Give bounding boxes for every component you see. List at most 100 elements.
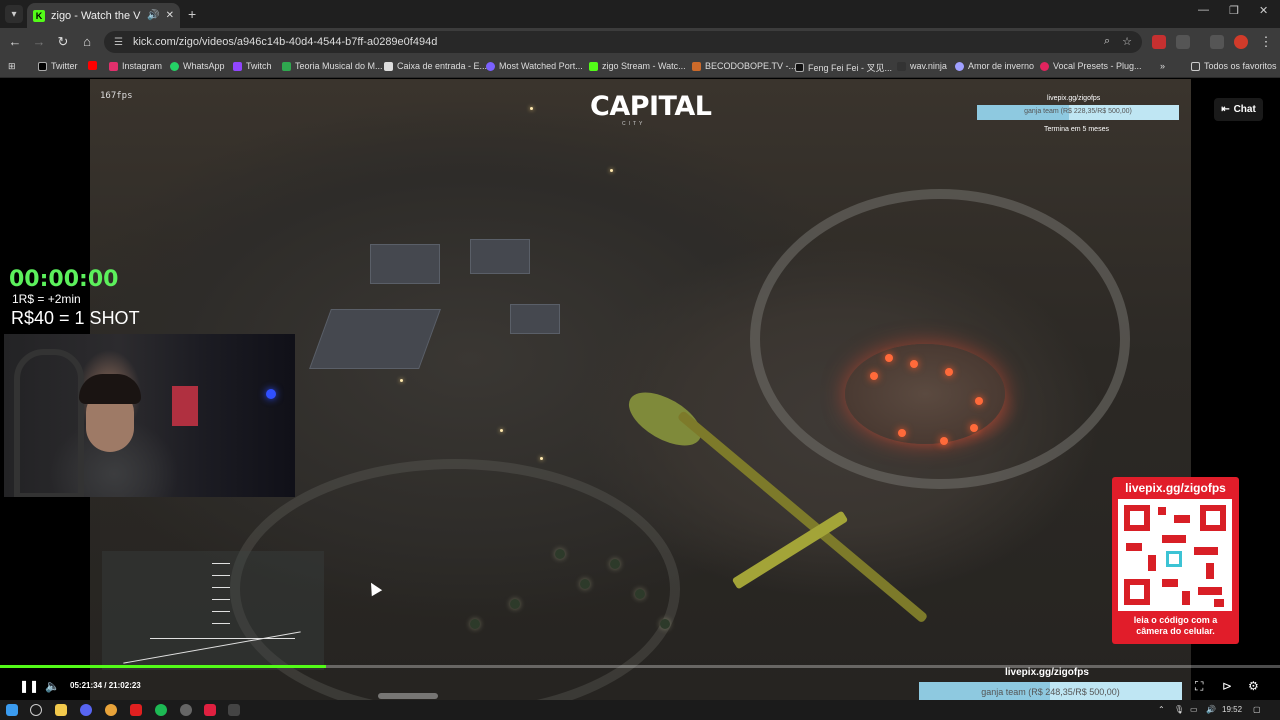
qr-instructions: leia o código com a câmera do celular. — [1112, 615, 1239, 637]
window-close-icon[interactable]: ✕ — [1259, 4, 1268, 17]
capital-city-logo: CAPITAL — [590, 91, 712, 122]
qr-link: livepix.gg/zigofps — [1125, 481, 1226, 495]
qr-module — [1148, 555, 1156, 571]
address-bar[interactable]: ☰ kick.com/zigo/videos/a946c14b-40d4-454… — [104, 31, 1142, 53]
bookmark-twitch[interactable]: Twitch — [233, 61, 272, 71]
tree — [470, 619, 480, 629]
file-explorer-icon[interactable] — [55, 704, 67, 716]
helipad-light — [870, 372, 878, 380]
bookmark-becodobope[interactable]: BECODOBOPE.TV -... — [692, 61, 796, 71]
hud-horizon — [123, 631, 301, 664]
instagram-icon — [109, 61, 118, 71]
playback-speed-icon[interactable]: ⊳ — [1222, 679, 1232, 693]
browser-tab[interactable]: K zigo - Watch the VOD on K 🔊 ✕ — [27, 3, 180, 28]
bookmark-twitter[interactable]: Twitter — [38, 61, 78, 71]
tree — [510, 599, 520, 609]
building-light — [400, 379, 403, 382]
building-light — [500, 429, 503, 432]
forward-icon[interactable]: → — [31, 34, 47, 49]
bookmark-label: Most Watched Port... — [499, 61, 583, 71]
all-bookmarks-folder[interactable]: Todos os favoritos — [1191, 61, 1277, 71]
app-icon[interactable] — [204, 704, 216, 716]
bookmark-vocal[interactable]: Vocal Presets - Plug... — [1040, 61, 1142, 71]
close-icon[interactable]: ✕ — [166, 10, 174, 21]
bookmark-caixa[interactable]: Caixa de entrada - E... — [384, 61, 487, 71]
mail-icon — [384, 61, 393, 71]
bookmark-instagram[interactable]: Instagram — [109, 61, 162, 71]
fullscreen-icon[interactable]: ⛶ — [1195, 679, 1203, 694]
profile-avatar[interactable] — [1234, 35, 1248, 49]
star-icon[interactable]: ☆ — [1122, 35, 1132, 48]
speaker-tray-icon[interactable]: 🔊 — [1206, 705, 1216, 714]
tree — [660, 619, 670, 629]
shot-rule: R$40 = 1 SHOT — [11, 308, 140, 328]
search-icon[interactable] — [30, 704, 42, 716]
windows-start-icon[interactable] — [6, 704, 18, 716]
youtube-icon — [88, 61, 97, 70]
hud-line — [212, 611, 230, 612]
chat-label: Chat — [1233, 104, 1256, 115]
tray-chevron-icon[interactable]: ⌃ — [1158, 705, 1165, 714]
aircraft-wing — [731, 510, 849, 590]
speaker-icon[interactable]: 🔊 — [147, 10, 159, 21]
streamer-webcam — [4, 334, 295, 497]
tab-title: zigo - Watch the VOD on K — [51, 9, 141, 22]
video-player[interactable]: 167fps CAPITAL CITY livepix.gg/zigofps g… — [0, 79, 1280, 700]
bookmark-label: Caixa de entrada - E... — [397, 61, 488, 71]
tab-search-button[interactable]: ▾ — [5, 5, 23, 23]
reload-icon[interactable]: ↻ — [55, 34, 71, 50]
apps-icon[interactable]: ⊞ — [8, 61, 16, 72]
audio-app-icon[interactable] — [228, 704, 240, 716]
kick-icon: K — [33, 9, 45, 22]
chat-button[interactable]: ⇤ Chat — [1214, 98, 1263, 121]
media-app-icon[interactable] — [130, 704, 142, 716]
new-tab-button[interactable]: + — [188, 6, 196, 22]
helipad-light — [885, 354, 893, 362]
bookmark-teoria[interactable]: Teoria Musical do M... — [282, 61, 383, 71]
minimize-icon[interactable]: — — [1198, 4, 1209, 16]
spotify-icon[interactable] — [155, 704, 167, 716]
current-time: 05:21:34 — [70, 681, 103, 690]
settings-gear-icon[interactable]: ⚙ — [1248, 679, 1259, 693]
back-icon[interactable]: ← — [7, 34, 23, 49]
mic-icon[interactable]: 🎙 — [1174, 705, 1184, 714]
more-bookmarks-icon[interactable]: » — [1160, 61, 1165, 71]
pause-icon[interactable]: ❚❚ — [19, 679, 39, 693]
discord-icon[interactable] — [80, 704, 92, 716]
bookmark-youtube[interactable] — [88, 61, 97, 70]
obs-icon[interactable] — [180, 704, 192, 716]
livepix-qr-card: livepix.gg/zigofps leia o código com a c… — [1112, 477, 1239, 644]
chrome-icon[interactable] — [105, 704, 117, 716]
bookmark-amor[interactable]: Amor de inverno — [955, 61, 1034, 71]
bookmark-feng[interactable]: Feng Fei Fei - 叉见... — [795, 61, 892, 74]
url-text: kick.com/zigo/videos/a946c14b-40d4-4544-… — [132, 36, 438, 48]
extension-icon[interactable] — [1152, 35, 1166, 49]
bookmark-most-watched[interactable]: Most Watched Port... — [486, 61, 583, 71]
clock[interactable]: 19:52 — [1222, 705, 1242, 714]
bookmark-wav[interactable]: wav.ninja — [897, 61, 947, 71]
extensions-puzzle-icon[interactable] — [1176, 35, 1190, 49]
qr-instructions-line2: câmera do celular. — [1136, 626, 1215, 636]
bookmark-whatsapp[interactable]: WhatsApp — [170, 61, 225, 71]
capital-city-logo-sub: CITY — [622, 121, 646, 127]
qr-finder — [1124, 579, 1150, 605]
restore-icon[interactable]: ❐ — [1229, 4, 1239, 17]
scroll-handle[interactable] — [378, 693, 438, 699]
bookmark-label: Twitch — [246, 61, 272, 71]
network-icon[interactable]: ▭ — [1190, 705, 1198, 714]
media-controls-icon[interactable] — [1210, 35, 1224, 49]
notifications-icon[interactable]: ▢ — [1253, 705, 1261, 714]
volume-icon[interactable]: 🔈 — [45, 679, 60, 693]
zoom-icon[interactable]: ⌕ — [1104, 35, 1110, 48]
streamer-hair — [79, 374, 141, 404]
bookmark-zigo[interactable]: zigo Stream - Watc... — [589, 61, 686, 71]
home-icon[interactable]: ⌂ — [79, 34, 95, 49]
bookmark-label: Vocal Presets - Plug... — [1053, 61, 1142, 71]
chat-collapse-icon: ⇤ — [1221, 104, 1230, 115]
bookmark-label: Twitter — [51, 61, 78, 71]
bookmark-label: WhatsApp — [183, 61, 225, 71]
site-info-icon[interactable]: ☰ — [114, 37, 123, 48]
helipad-light — [910, 360, 918, 368]
menu-icon[interactable]: ⋮ — [1258, 34, 1274, 50]
bookmark-label: wav.ninja — [910, 61, 947, 71]
